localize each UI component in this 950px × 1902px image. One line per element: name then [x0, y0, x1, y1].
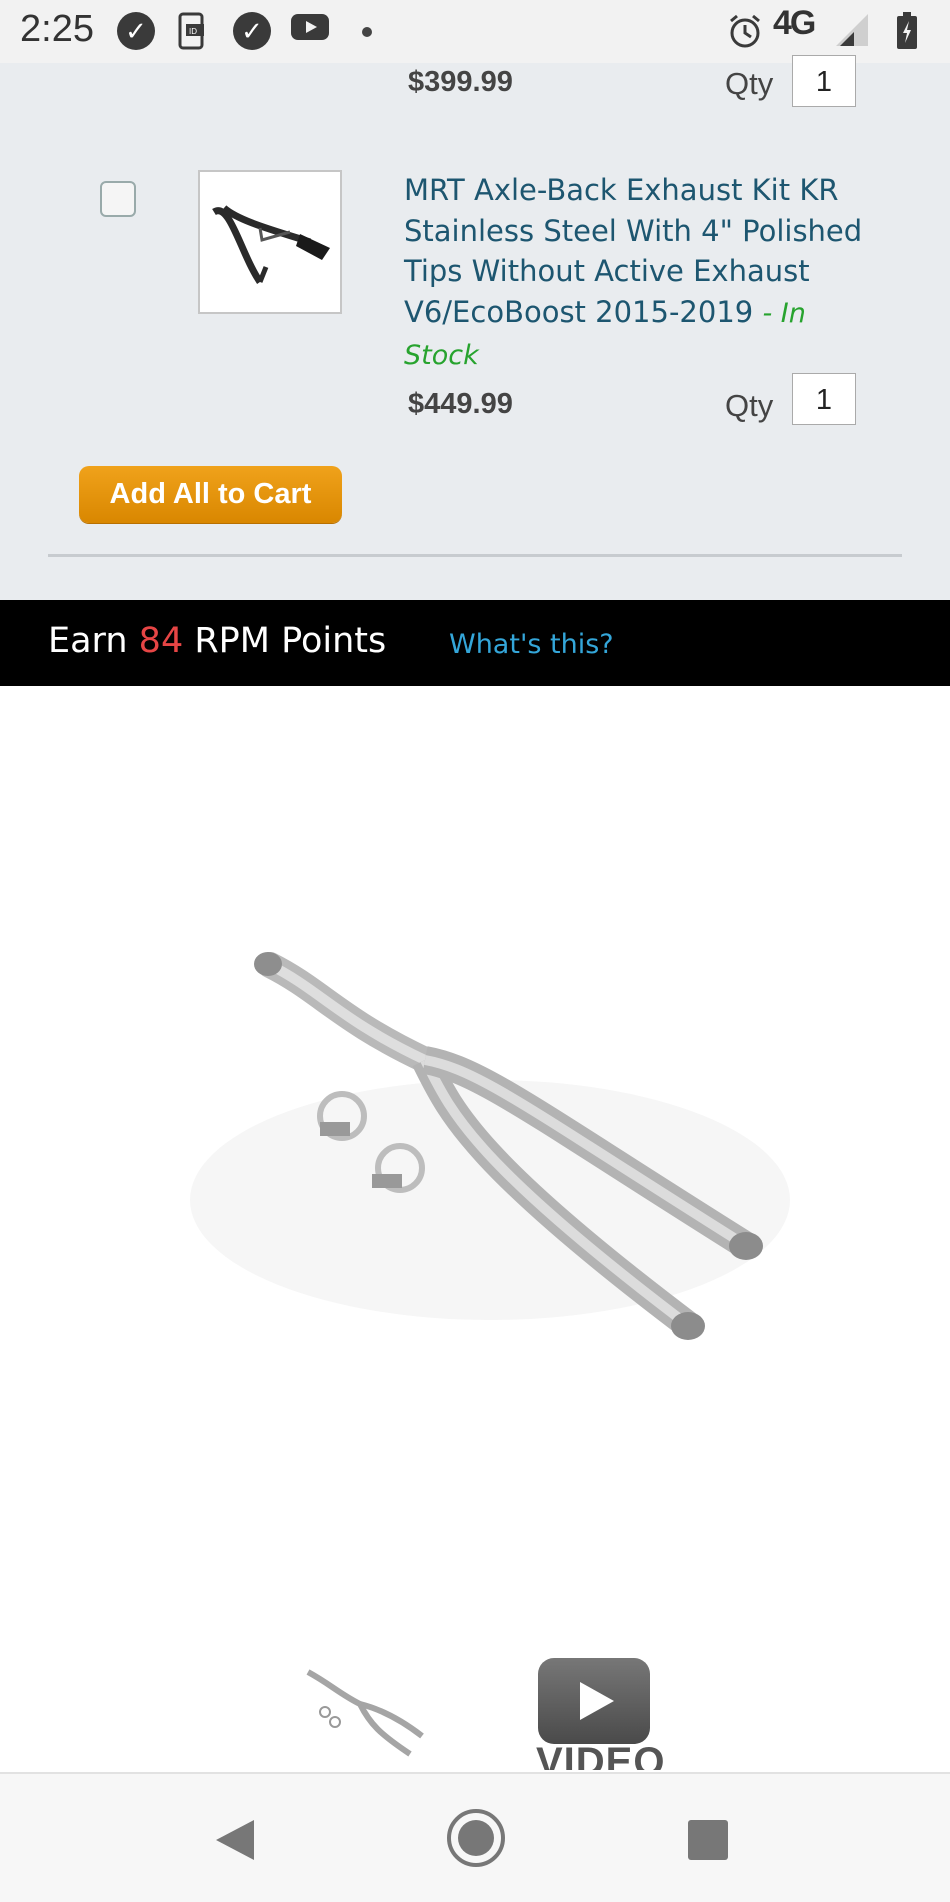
android-nav-bar: [0, 1772, 950, 1902]
check-circle-icon: ✓: [233, 12, 271, 50]
back-icon[interactable]: [214, 1818, 256, 1862]
bundle-cart-panel: $399.99 Qty 1 MRT Axle-Back Exhaust Kit …: [0, 55, 950, 600]
previous-item-qty-input[interactable]: 1: [792, 55, 856, 107]
item-qty-input[interactable]: 1: [792, 373, 856, 425]
check-circle-icon: ✓: [117, 12, 155, 50]
divider: [48, 554, 902, 557]
item-qty-label: Qty: [725, 388, 774, 423]
alarm-icon: [730, 14, 760, 48]
item-select-checkbox[interactable]: [100, 181, 136, 217]
home-icon[interactable]: [446, 1808, 506, 1868]
signal-icon: [836, 14, 868, 46]
rewards-text: Earn 84 RPM Points: [48, 621, 386, 661]
dot-icon: [362, 27, 372, 37]
add-all-to-cart-button[interactable]: Add All to Cart: [79, 466, 342, 523]
status-time: 2:25: [20, 8, 94, 50]
rewards-points: 84: [138, 621, 184, 661]
exhaust-kit-image: [212, 205, 330, 284]
battery-icon: [897, 12, 917, 49]
rewards-earn: Earn: [48, 621, 128, 661]
youtube-icon: [291, 14, 329, 40]
phone-id-icon: ID: [178, 12, 204, 50]
gallery-thumbnail-product[interactable]: [300, 1664, 430, 1764]
gallery-thumbnails: VIDEO: [0, 1620, 950, 1770]
svg-text:ID: ID: [189, 27, 197, 36]
video-label: VIDEO: [536, 1740, 666, 1770]
previous-item-qty-label: Qty: [725, 66, 774, 101]
product-title[interactable]: MRT Axle-Back Exhaust Kit KR Stainless S…: [404, 170, 884, 377]
item-price: $449.99: [408, 388, 513, 420]
status-bar: 2:25 ✓ ID ✓ 4G: [0, 0, 950, 63]
rewards-suffix: RPM Points: [194, 621, 387, 661]
product-thumbnail[interactable]: [198, 170, 342, 314]
main-product-image[interactable]: [150, 900, 830, 1400]
whats-this-link[interactable]: What's this?: [449, 629, 614, 660]
network-type: 4G: [773, 4, 816, 42]
rewards-bar: Earn 84 RPM Points What's this?: [0, 600, 950, 686]
previous-item-price: $399.99: [408, 66, 513, 98]
recents-icon[interactable]: [688, 1820, 728, 1860]
